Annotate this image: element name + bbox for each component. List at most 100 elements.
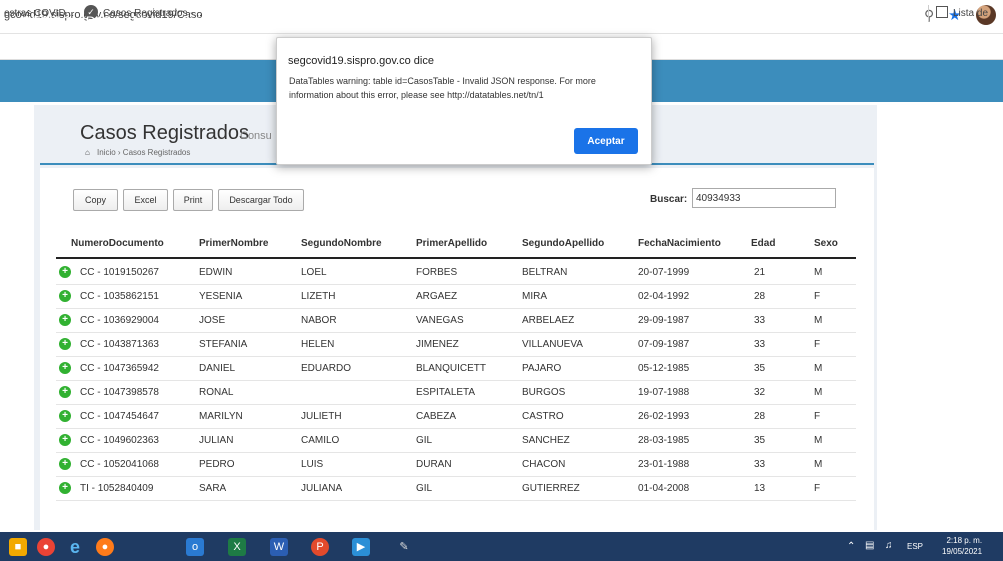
page-subtitle: Consu xyxy=(240,130,272,142)
cell-primer-apellido: GIL xyxy=(416,435,433,446)
expand-row-icon[interactable]: + xyxy=(59,314,71,326)
excel-button[interactable]: Excel xyxy=(123,189,168,211)
search-input[interactable] xyxy=(692,188,836,208)
tray-expand-icon[interactable]: ⌃ xyxy=(847,541,855,552)
table-row[interactable]: + CC - 1036929004 JOSE NABOR VANEGAS ARBELAEZ… xyxy=(56,309,856,333)
volume-icon[interactable]: ♫ xyxy=(885,540,893,551)
column-header-fecha-nacimiento[interactable]: FechaNacimiento xyxy=(638,238,721,249)
cell-primer-nombre: JULIAN xyxy=(199,435,234,446)
cell-segundo-nombre: CAMILO xyxy=(301,435,340,446)
table-row[interactable]: + CC - 1043871363 STEFANIA HELEN JIMENEZ VILL… xyxy=(56,333,856,357)
table-row[interactable]: + CC - 1052041068 PEDRO LUIS DURAN CHACON 23-0… xyxy=(56,453,856,477)
powerpoint-icon[interactable]: P xyxy=(311,538,329,556)
cell-sexo: F xyxy=(814,483,821,494)
chrome-icon[interactable]: ● xyxy=(37,538,55,556)
cell-primer-apellido: JIMENEZ xyxy=(416,339,459,350)
dialog-ok-button[interactable]: Aceptar xyxy=(574,128,638,154)
table-row[interactable]: + CC - 1047454647 MARILYN JULIETH CABEZA CAST… xyxy=(56,405,856,429)
table-row[interactable]: + CC - 1035862151 YESENIA LIZETH ARGAEZ MIRA 0… xyxy=(56,285,856,309)
app-brand[interactable]: SEGCOVID19 xyxy=(22,13,111,29)
table-row[interactable]: + CC - 1047365942 DANIEL EDUARDO BLANQUICETT… xyxy=(56,357,856,381)
nav-item-casos[interactable]: Casos xyxy=(182,15,212,26)
cell-primer-apellido: GIL xyxy=(416,483,433,494)
expand-row-icon[interactable]: + xyxy=(59,434,71,446)
column-header-edad[interactable]: Edad xyxy=(751,238,775,249)
print-button[interactable]: Print xyxy=(173,189,213,211)
expand-row-icon[interactable]: + xyxy=(59,410,71,422)
cell-numero-documento: CC - 1019150267 xyxy=(80,267,159,278)
paint-icon[interactable]: ✎ xyxy=(395,538,413,556)
cell-primer-nombre: DANIEL xyxy=(199,363,236,374)
table-row[interactable]: + TI - 1052840409 SARA JULIANA GIL GUTIERREZ 0… xyxy=(56,477,856,501)
cell-numero-documento: CC - 1036929004 xyxy=(80,315,159,326)
expand-row-icon[interactable]: + xyxy=(59,266,71,278)
cell-segundo-nombre: JULIANA xyxy=(301,483,343,494)
cell-edad: 21 xyxy=(754,267,766,278)
home-icon[interactable]: ⌂ xyxy=(85,148,90,157)
reading-list-icon[interactable] xyxy=(936,6,948,18)
column-header-sexo[interactable]: Sexo xyxy=(814,238,838,249)
cell-numero-documento: TI - 1052840409 xyxy=(80,483,154,494)
column-header-segundo-nombre[interactable]: SegundoNombre xyxy=(301,238,382,249)
expand-row-icon[interactable]: + xyxy=(59,386,71,398)
cell-segundo-apellido: VILLANUEVA xyxy=(522,339,583,350)
cell-primer-nombre: JOSE xyxy=(199,315,226,326)
nav-item-inicio[interactable]: Inicio xyxy=(133,15,159,26)
expand-row-icon[interactable]: + xyxy=(59,338,71,350)
expand-row-icon[interactable]: + xyxy=(59,482,71,494)
cell-primer-nombre: EDWIN xyxy=(199,267,233,278)
expand-row-icon[interactable]: + xyxy=(59,458,71,470)
column-header-segundo-apellido[interactable]: SegundoApellido xyxy=(522,238,604,249)
cell-sexo: M xyxy=(814,267,823,278)
expand-row-icon[interactable]: + xyxy=(59,290,71,302)
edge-icon[interactable]: e xyxy=(66,538,84,556)
cell-primer-apellido: ARGAEZ xyxy=(416,291,458,302)
excel-icon[interactable]: X xyxy=(228,538,246,556)
cell-segundo-nombre: LIZETH xyxy=(301,291,336,302)
cell-numero-documento: CC - 1047454647 xyxy=(80,411,159,422)
copy-button[interactable]: Copy xyxy=(73,189,118,211)
table-header: NumeroDocumento PrimerNombre SegundoNomb… xyxy=(56,229,856,259)
cell-segundo-apellido: BELTRAN xyxy=(522,267,568,278)
table-row[interactable]: + CC - 1049602363 JULIAN CAMILO GIL SANCHEZ 28… xyxy=(56,429,856,453)
expand-row-icon[interactable]: + xyxy=(59,362,71,374)
cell-segundo-apellido: CHACON xyxy=(522,459,566,470)
start-icon[interactable]: ■ xyxy=(9,538,27,556)
cell-fecha-nacimiento: 07-09-1987 xyxy=(638,339,690,350)
cell-edad: 35 xyxy=(754,435,766,446)
clock-date: 19/05/2021 xyxy=(942,547,983,556)
cell-primer-apellido: CABEZA xyxy=(416,411,457,422)
cell-primer-apellido: DURAN xyxy=(416,459,452,470)
page-title: Casos Registrados xyxy=(80,122,249,144)
firefox-icon[interactable]: ● xyxy=(96,538,114,556)
download-all-button[interactable]: Descargar Todo xyxy=(218,189,304,211)
dialog-title: segcovid19.sispro.gov.co dice xyxy=(288,55,434,67)
cell-edad: 28 xyxy=(754,291,766,302)
clock[interactable]: 2:18 p. m. 19/05/2021 xyxy=(942,535,982,557)
zoom-icon[interactable]: ⚲ xyxy=(924,7,934,24)
breadcrumb[interactable]: Inicio › Casos Registrados xyxy=(97,148,190,157)
network-icon[interactable]: ▤ xyxy=(865,540,874,551)
cell-primer-nombre: YESENIA xyxy=(199,291,243,302)
cell-sexo: M xyxy=(814,363,823,374)
logout-link[interactable]: Salir xyxy=(878,16,900,27)
cell-primer-apellido: ESPITALETA xyxy=(416,387,476,398)
word-icon[interactable]: W xyxy=(270,538,288,556)
column-header-primer-nombre[interactable]: PrimerNombre xyxy=(199,238,268,249)
cell-segundo-apellido: CASTRO xyxy=(522,411,564,422)
cell-fecha-nacimiento: 05-12-1985 xyxy=(638,363,690,374)
cell-sexo: M xyxy=(814,315,823,326)
reading-list-link[interactable]: Lista de xyxy=(953,8,988,19)
cell-sexo: F xyxy=(814,291,821,302)
cell-edad: 35 xyxy=(754,363,766,374)
table-row[interactable]: + CC - 1019150267 EDWIN LOEL FORBES BELTRAN 20… xyxy=(56,261,856,285)
outlook-icon[interactable]: o xyxy=(186,538,204,556)
media-icon[interactable]: ▶ xyxy=(352,538,370,556)
language-indicator[interactable]: ESP xyxy=(907,542,923,551)
column-header-numero-documento[interactable]: NumeroDocumento xyxy=(71,238,164,249)
table-row[interactable]: + CC - 1047398578 RONAL ESPITALETA BURGOS 19-… xyxy=(56,381,856,405)
cell-numero-documento: CC - 1052041068 xyxy=(80,459,159,470)
cell-sexo: F xyxy=(814,339,821,350)
cell-edad: 28 xyxy=(754,411,766,422)
column-header-primer-apellido[interactable]: PrimerApellido xyxy=(416,238,487,249)
